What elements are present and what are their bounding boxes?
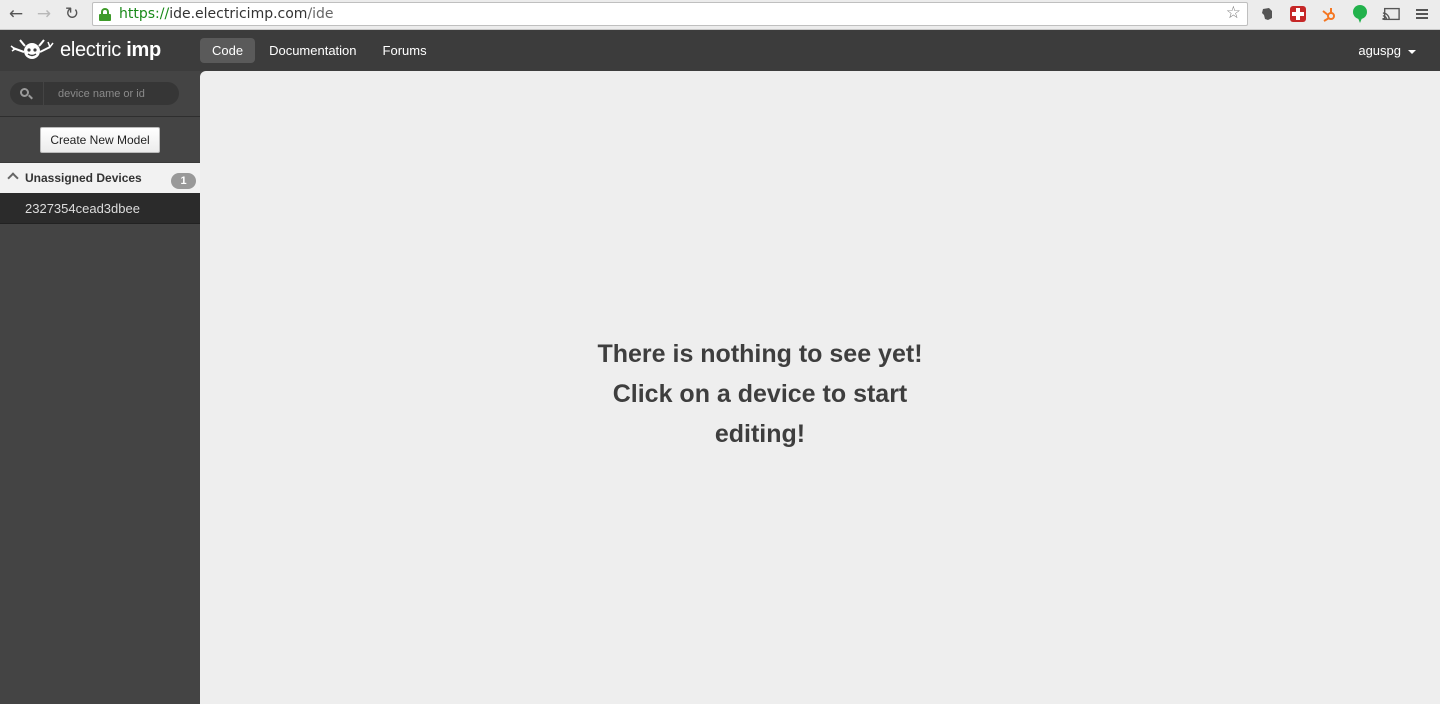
back-arrow-icon[interactable]: ← (6, 4, 26, 24)
user-menu[interactable]: aguspg (1358, 43, 1416, 58)
logo-text-light: electric (60, 38, 127, 61)
create-model-row: Create New Model (0, 117, 200, 163)
nav-forums[interactable]: Forums (371, 38, 439, 63)
device-search-box[interactable] (10, 82, 179, 105)
hubspot-icon[interactable] (1320, 5, 1338, 23)
create-new-model-button[interactable]: Create New Model (40, 127, 160, 153)
sidebar: Create New Model Unassigned Devices 1 23… (0, 71, 200, 704)
url-path: /ide (307, 6, 334, 22)
forward-arrow-icon[interactable]: → (34, 4, 54, 24)
url-scheme: https:// (119, 6, 170, 22)
empty-state-message: There is nothing to see yet! Click on a … (588, 334, 932, 454)
main-nav: Code Documentation Forums (200, 38, 441, 63)
browser-toolbar: ← → ↻ https://ide.electricimp.com/ide ☆ (0, 0, 1440, 30)
device-count-badge: 1 (171, 173, 196, 189)
empty-message-line-3: editing! (714, 420, 806, 448)
app-header: electric imp Code Documentation Forums a… (0, 30, 1440, 71)
lastpass-icon[interactable] (1289, 5, 1307, 23)
logo-text: electric imp (60, 39, 161, 62)
url-host: ide.electricimp.com (169, 6, 308, 22)
unassigned-devices-group[interactable]: Unassigned Devices 1 (0, 163, 200, 193)
cast-icon[interactable] (1382, 5, 1400, 23)
lock-icon (99, 7, 111, 21)
nav-documentation[interactable]: Documentation (257, 38, 368, 63)
caret-down-icon (1408, 49, 1416, 54)
electric-imp-logo[interactable]: electric imp (10, 38, 161, 62)
bookmark-star-icon[interactable]: ☆ (1226, 3, 1241, 23)
group-label: Unassigned Devices (25, 171, 142, 185)
evernote-icon[interactable] (1258, 5, 1276, 23)
device-list-item[interactable]: 2327354cead3dbee (0, 193, 200, 224)
address-bar[interactable]: https://ide.electricimp.com/ide ☆ (92, 2, 1248, 26)
device-id: 2327354cead3dbee (25, 201, 140, 216)
url-text: https://ide.electricimp.com/ide (119, 6, 334, 22)
empty-message-line-2: Click on a device to start (612, 380, 908, 408)
empty-message-line-1: There is nothing to see yet! (597, 340, 923, 368)
device-search-input[interactable] (44, 87, 174, 100)
device-search-row (0, 71, 200, 117)
menu-icon[interactable] (1413, 5, 1431, 23)
chevron-up-icon (7, 172, 19, 184)
username: aguspg (1358, 43, 1401, 58)
imp-mascot-icon (10, 38, 54, 62)
bubble-icon[interactable] (1351, 5, 1369, 23)
reload-icon[interactable]: ↻ (62, 4, 82, 24)
search-icon (10, 82, 44, 105)
nav-code[interactable]: Code (200, 38, 256, 63)
editor-area: There is nothing to see yet! Click on a … (200, 71, 1440, 704)
logo-text-bold: imp (126, 38, 161, 61)
